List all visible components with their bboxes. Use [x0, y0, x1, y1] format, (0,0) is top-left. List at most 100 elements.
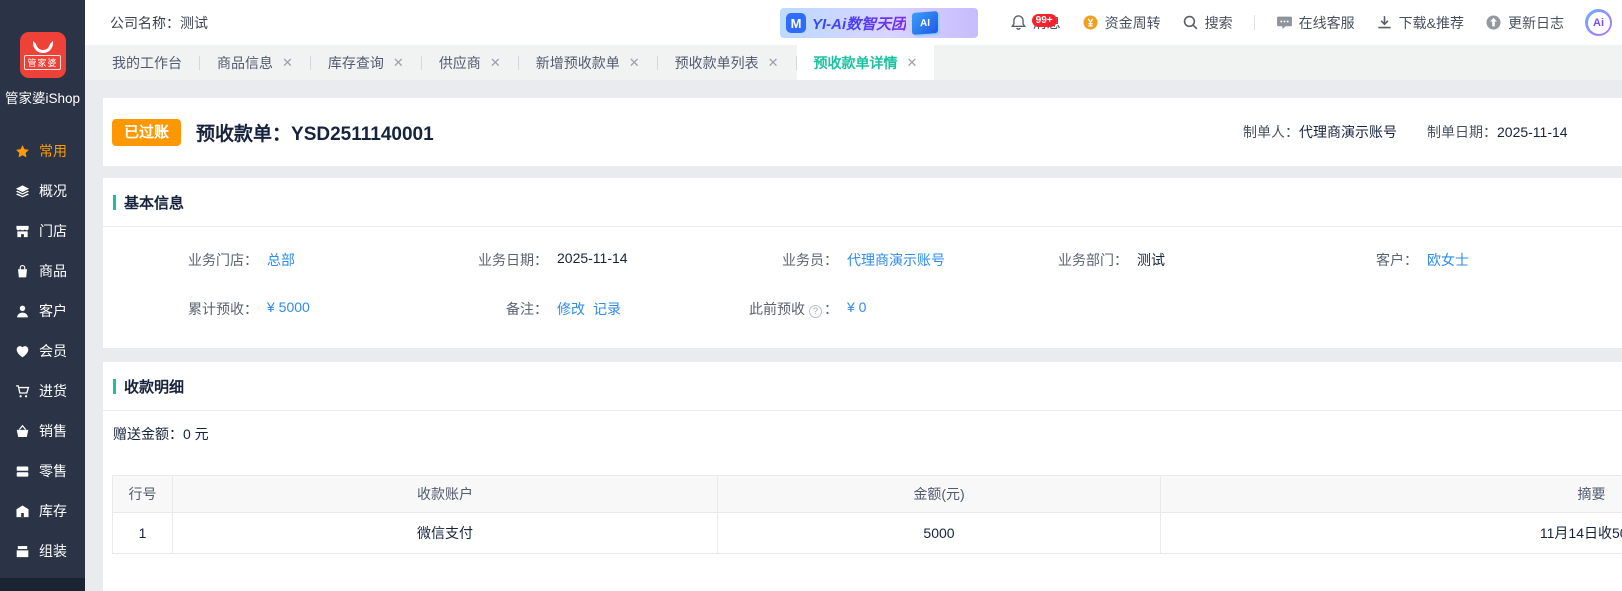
- tab-bar: 我的工作台 商品信息 ✕ 库存查询 ✕ 供应商 ✕ 新增预收款单 ✕ 预收款单列表 ✕ 预收款单详情 ✕: [85, 45, 1622, 80]
- basic-info-card: 基本信息 业务门店： 总部 业务日期： 2025-11-14 业务员： 代理商演示账号 业务…: [103, 178, 1622, 348]
- purchase-cart-icon: [15, 384, 30, 399]
- table-row: 1微信支付500011月14日收5000: [112, 512, 1622, 554]
- sidebar-item-label: 进货: [39, 383, 67, 399]
- layers-icon: [15, 184, 30, 199]
- member-heart-icon: [15, 344, 30, 359]
- tab-close-icon[interactable]: ✕: [282, 55, 293, 71]
- sidebar-item-4[interactable]: 客户: [0, 291, 85, 331]
- topbar-action-4[interactable]: 下载&推荐: [1376, 13, 1464, 33]
- app-logo[interactable]: 管家婆: [19, 32, 66, 78]
- basic-info-title: 基本信息: [124, 195, 185, 212]
- tab-2[interactable]: 库存查询 ✕: [311, 45, 421, 80]
- creator-field: 制单人：代理商演示账号: [1243, 122, 1397, 142]
- tab-label: 库存查询: [327, 54, 384, 71]
- creator-value: 代理商演示账号: [1299, 124, 1397, 140]
- sidebar-bottom-strip: [0, 578, 85, 591]
- table-cell: 5000: [717, 512, 1161, 554]
- sidebar-item-1[interactable]: 概况: [0, 171, 85, 211]
- info-field-value[interactable]: 代理商演示账号: [847, 250, 945, 270]
- tab-4[interactable]: 新增预收款单 ✕: [519, 45, 657, 80]
- content-area: 已过账 预收款单：YSD2511140001 制单人：代理商演示账号 制单日期：…: [85, 80, 1622, 591]
- topbar-action-label: 资金周转: [1104, 14, 1161, 31]
- table-cell: 11月14日收5000: [1160, 512, 1622, 554]
- section-accent-bar: [113, 195, 116, 210]
- topbar-action-2[interactable]: 搜索: [1182, 13, 1233, 33]
- info-field-value[interactable]: 欧女士: [1427, 250, 1469, 270]
- tab-0[interactable]: 我的工作台: [95, 45, 199, 80]
- topbar-action-1[interactable]: 资金周转: [1082, 13, 1161, 33]
- info-field-label: 业务部门：: [1058, 252, 1128, 268]
- ai-assistant-label: Ai: [1587, 11, 1610, 34]
- basic-info-row-1: 业务门店： 总部 业务日期： 2025-11-14 业务员： 代理商演示账号 业务部门： 测试…: [103, 250, 1622, 270]
- tab-3[interactable]: 供应商 ✕: [422, 45, 518, 80]
- banner-text: YI-Ai数智天团: [812, 13, 906, 34]
- basic-info-row-2: 累计预收： ¥ 5000 备注： 修改记录 此前预收 ： ¥ 0: [103, 299, 1622, 319]
- basic-info-header: 基本信息: [103, 178, 1622, 227]
- sidebar-menu: 常用概况 门店商品客户会员进货销售零售库存 组装: [0, 131, 85, 571]
- tab-5[interactable]: 预收款单列表 ✕: [658, 45, 796, 80]
- tab-6[interactable]: 预收款单详情 ✕: [796, 45, 935, 80]
- notification-count-badge: 99+: [1031, 13, 1057, 27]
- ai-assistant-icon[interactable]: Ai: [1585, 9, 1612, 36]
- info-field-label: 业务日期：: [478, 252, 548, 268]
- sidebar-item-8[interactable]: 零售: [0, 451, 85, 491]
- info-field-value[interactable]: ¥ 0: [847, 299, 866, 319]
- sidebar-item-label: 会员: [39, 343, 67, 359]
- sidebar-item-9[interactable]: 库存: [0, 491, 85, 531]
- ai-promo-banner[interactable]: M YI-Ai数智天团 AI: [780, 8, 978, 38]
- sidebar-item-label: 零售: [39, 463, 67, 479]
- document-header-card: 已过账 预收款单：YSD2511140001 制单人：代理商演示账号 制单日期：…: [103, 98, 1622, 166]
- company-value: 测试: [180, 14, 208, 31]
- tab-close-icon[interactable]: ✕: [393, 55, 404, 71]
- tab-close-icon[interactable]: ✕: [768, 55, 779, 71]
- topbar-action-5[interactable]: 更新日志: [1485, 13, 1564, 33]
- tab-close-icon[interactable]: ✕: [629, 55, 640, 71]
- topbar-action-3[interactable]: 在线客服: [1276, 13, 1355, 33]
- download-icon: [1376, 14, 1393, 31]
- info-field-value[interactable]: 总部: [267, 250, 295, 270]
- store-icon: [15, 224, 30, 239]
- status-badge: 已过账: [112, 118, 182, 146]
- tab-1[interactable]: 商品信息 ✕: [200, 45, 310, 80]
- sidebar-item-2[interactable]: 门店: [0, 211, 85, 251]
- link-记录[interactable]: 记录: [593, 301, 621, 317]
- gift-amount-line: 赠送金额：0 元: [103, 411, 1622, 444]
- link-修改[interactable]: 修改: [557, 301, 585, 317]
- company-name: 公司名称： 测试: [110, 0, 208, 45]
- info-field-label-colon: ：: [824, 301, 838, 317]
- tab-label: 供应商: [438, 54, 481, 71]
- sidebar: 管家婆 管家婆iShop 常用 概况 门店 商品 客户 会员 进货 销售 零售 库存 组装: [0, 0, 85, 591]
- star-icon: [15, 144, 30, 159]
- sidebar-item-0[interactable]: 常用: [0, 131, 85, 171]
- sidebar-item-label: 常用: [39, 143, 67, 159]
- sidebar-item-6[interactable]: 进货: [0, 371, 85, 411]
- company-label: 公司名称：: [110, 14, 180, 31]
- help-icon[interactable]: [809, 305, 822, 318]
- topbar-action-0[interactable]: 消息99+: [1010, 13, 1061, 33]
- info-field-label: 业务门店：: [188, 252, 258, 268]
- info-field-2-1: 备注： 修改 记录: [400, 299, 690, 319]
- tab-label: 新增预收款单: [535, 54, 620, 71]
- sidebar-item-5[interactable]: 会员: [0, 331, 85, 371]
- info-field-value: 测试: [1137, 252, 1165, 268]
- update-icon: [1485, 14, 1502, 31]
- info-field-1-3: 业务部门： 测试: [980, 250, 1270, 270]
- tab-close-icon[interactable]: ✕: [907, 55, 918, 71]
- tab-label: 我的工作台: [112, 54, 182, 71]
- sidebar-item-7[interactable]: 销售: [0, 411, 85, 451]
- info-field-1-2: 业务员： 代理商演示账号: [690, 250, 980, 270]
- receipt-detail-card: 收款明细 赠送金额：0 元 行号 收款账户 金额(元) 摘要 1 微信支付 5000 11月1…: [103, 362, 1622, 591]
- create-date-field: 制单日期：2025-11-14: [1427, 122, 1568, 142]
- topbar-action-label: 在线客服: [1298, 14, 1355, 31]
- create-date-label: 制单日期：: [1427, 124, 1497, 140]
- topbar-actions: 消息99+ 资金周转 搜索 在线客服 下载&推荐 更新日志 Ai: [1010, 0, 1612, 45]
- banner-m-logo-icon: M: [786, 13, 806, 33]
- info-field-value[interactable]: ¥ 5000: [267, 299, 310, 319]
- info-field-label: 此前预收 ：: [690, 299, 838, 319]
- info-field-1-0: 业务门店： 总部: [110, 250, 400, 270]
- tab-close-icon[interactable]: ✕: [490, 55, 501, 71]
- sidebar-item-10[interactable]: 组装: [0, 531, 85, 571]
- sidebar-item-3[interactable]: 商品: [0, 251, 85, 291]
- sidebar-item-label: 商品: [39, 263, 67, 279]
- table-cell: 1: [112, 512, 173, 554]
